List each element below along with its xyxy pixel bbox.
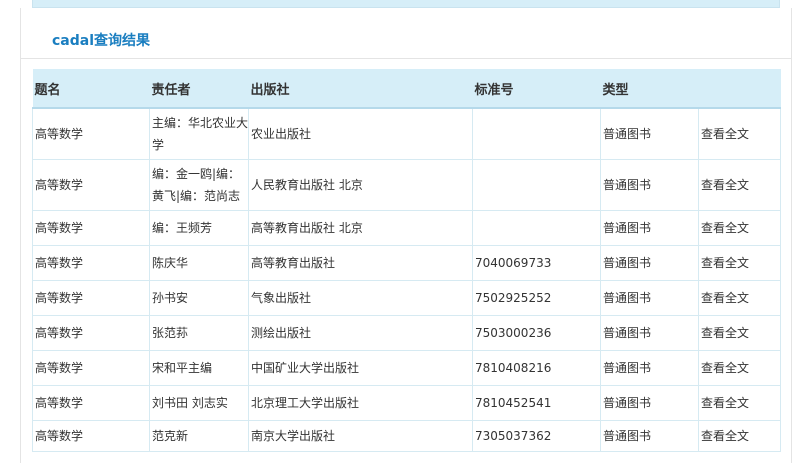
cell-type: 普通图书: [600, 315, 699, 351]
cell-publisher: 中国矿业大学出版社: [248, 350, 473, 386]
header-action: [698, 69, 781, 109]
cell-title: 高等数学: [32, 107, 150, 160]
cell-publisher: 高等教育出版社 北京: [248, 210, 473, 246]
cell-author: 宋和平主编: [149, 350, 249, 386]
cell-isbn: [472, 107, 601, 160]
table-row: 高等数学 孙书安 气象出版社 7502925252 普通图书 查看全文: [32, 280, 781, 316]
table-row: 高等数学 编：金一鸥|编：黄飞|编：范尚志 人民教育出版社 北京 普通图书 查看…: [32, 159, 781, 211]
cell-publisher: 北京理工大学出版社: [248, 385, 473, 421]
cell-author: 孙书安: [149, 280, 249, 316]
cell-isbn: 7810408216: [472, 350, 601, 386]
cell-publisher: 测绘出版社: [248, 315, 473, 351]
header-publisher: 出版社: [248, 69, 473, 109]
cell-action: 查看全文: [698, 280, 781, 316]
top-bar: [32, 0, 780, 8]
cell-action: 查看全文: [698, 245, 781, 281]
cell-action: 查看全文: [698, 315, 781, 351]
cell-title: 高等数学: [32, 350, 150, 386]
cell-author: 编：王频芳: [149, 210, 249, 246]
table-row: 高等数学 刘书田 刘志实 北京理工大学出版社 7810452541 普通图书 查…: [32, 385, 781, 421]
cell-author: 张范荪: [149, 315, 249, 351]
view-fulltext-link[interactable]: 查看全文: [701, 396, 749, 410]
frame-right-border: [791, 8, 792, 463]
table-row: 高等数学 陈庆华 高等教育出版社 7040069733 普通图书 查看全文: [32, 245, 781, 281]
view-fulltext-link[interactable]: 查看全文: [701, 326, 749, 340]
cell-title: 高等数学: [32, 245, 150, 281]
cell-author: 主编：华北农业大学: [149, 107, 249, 160]
view-fulltext-link[interactable]: 查看全文: [701, 291, 749, 305]
cell-isbn: 7810452541: [472, 385, 601, 421]
cell-action: 查看全文: [698, 350, 781, 386]
cell-author: 范克新: [149, 420, 249, 452]
view-fulltext-link[interactable]: 查看全文: [701, 127, 749, 141]
cell-publisher: 南京大学出版社: [248, 420, 473, 452]
cell-action: 查看全文: [698, 107, 781, 160]
cell-author: 刘书田 刘志实: [149, 385, 249, 421]
table-row: 高等数学 范克新 南京大学出版社 7305037362 普通图书 查看全文: [32, 420, 781, 452]
cell-title: 高等数学: [32, 210, 150, 246]
cell-action: 查看全文: [698, 385, 781, 421]
cell-type: 普通图书: [600, 210, 699, 246]
table-row: 高等数学 主编：华北农业大学 农业出版社 普通图书 查看全文: [32, 107, 781, 160]
cell-type: 普通图书: [600, 107, 699, 160]
cell-title: 高等数学: [32, 280, 150, 316]
cell-isbn: 7305037362: [472, 420, 601, 452]
cell-title: 高等数学: [32, 385, 150, 421]
cell-action: 查看全文: [698, 420, 781, 452]
cell-action: 查看全文: [698, 210, 781, 246]
results-table: 题名 责任者 出版社 标准号 类型 高等数学 主编：华北农业大学 农业出版社 普…: [32, 69, 781, 452]
cell-author: 陈庆华: [149, 245, 249, 281]
header-type: 类型: [600, 69, 699, 109]
cell-type: 普通图书: [600, 420, 699, 452]
cell-isbn: 7502925252: [472, 280, 601, 316]
cell-action: 查看全文: [698, 159, 781, 211]
header-title: 题名: [32, 69, 150, 109]
table-row: 高等数学 张范荪 测绘出版社 7503000236 普通图书 查看全文: [32, 315, 781, 351]
cell-title: 高等数学: [32, 315, 150, 351]
page: cadal查询结果 题名 责任者 出版社 标准号 类型 高等数学 主编：华北农业…: [0, 0, 802, 463]
table-row: 高等数学 宋和平主编 中国矿业大学出版社 7810408216 普通图书 查看全…: [32, 350, 781, 386]
header-author: 责任者: [149, 69, 249, 109]
cell-type: 普通图书: [600, 245, 699, 281]
cell-type: 普通图书: [600, 385, 699, 421]
cell-publisher: 农业出版社: [248, 107, 473, 160]
cell-title: 高等数学: [32, 159, 150, 211]
cell-type: 普通图书: [600, 350, 699, 386]
cell-isbn: [472, 210, 601, 246]
cell-isbn: 7503000236: [472, 315, 601, 351]
view-fulltext-link[interactable]: 查看全文: [701, 256, 749, 270]
cell-publisher: 气象出版社: [248, 280, 473, 316]
cell-isbn: 7040069733: [472, 245, 601, 281]
table-header-row: 题名 责任者 出版社 标准号 类型: [32, 69, 781, 109]
cell-author: 编：金一鸥|编：黄飞|编：范尚志: [149, 159, 249, 211]
title-divider: [20, 58, 791, 59]
table-row: 高等数学 编：王频芳 高等教育出版社 北京 普通图书 查看全文: [32, 210, 781, 246]
cell-title: 高等数学: [32, 420, 150, 452]
view-fulltext-link[interactable]: 查看全文: [701, 221, 749, 235]
cell-publisher: 高等教育出版社: [248, 245, 473, 281]
view-fulltext-link[interactable]: 查看全文: [701, 361, 749, 375]
cell-type: 普通图书: [600, 280, 699, 316]
view-fulltext-link[interactable]: 查看全文: [701, 178, 749, 192]
header-isbn: 标准号: [472, 69, 601, 109]
frame-left-border: [20, 8, 21, 463]
section-title: cadal查询结果: [52, 33, 151, 49]
view-fulltext-link[interactable]: 查看全文: [701, 429, 749, 443]
cell-publisher: 人民教育出版社 北京: [248, 159, 473, 211]
cell-type: 普通图书: [600, 159, 699, 211]
cell-isbn: [472, 159, 601, 211]
